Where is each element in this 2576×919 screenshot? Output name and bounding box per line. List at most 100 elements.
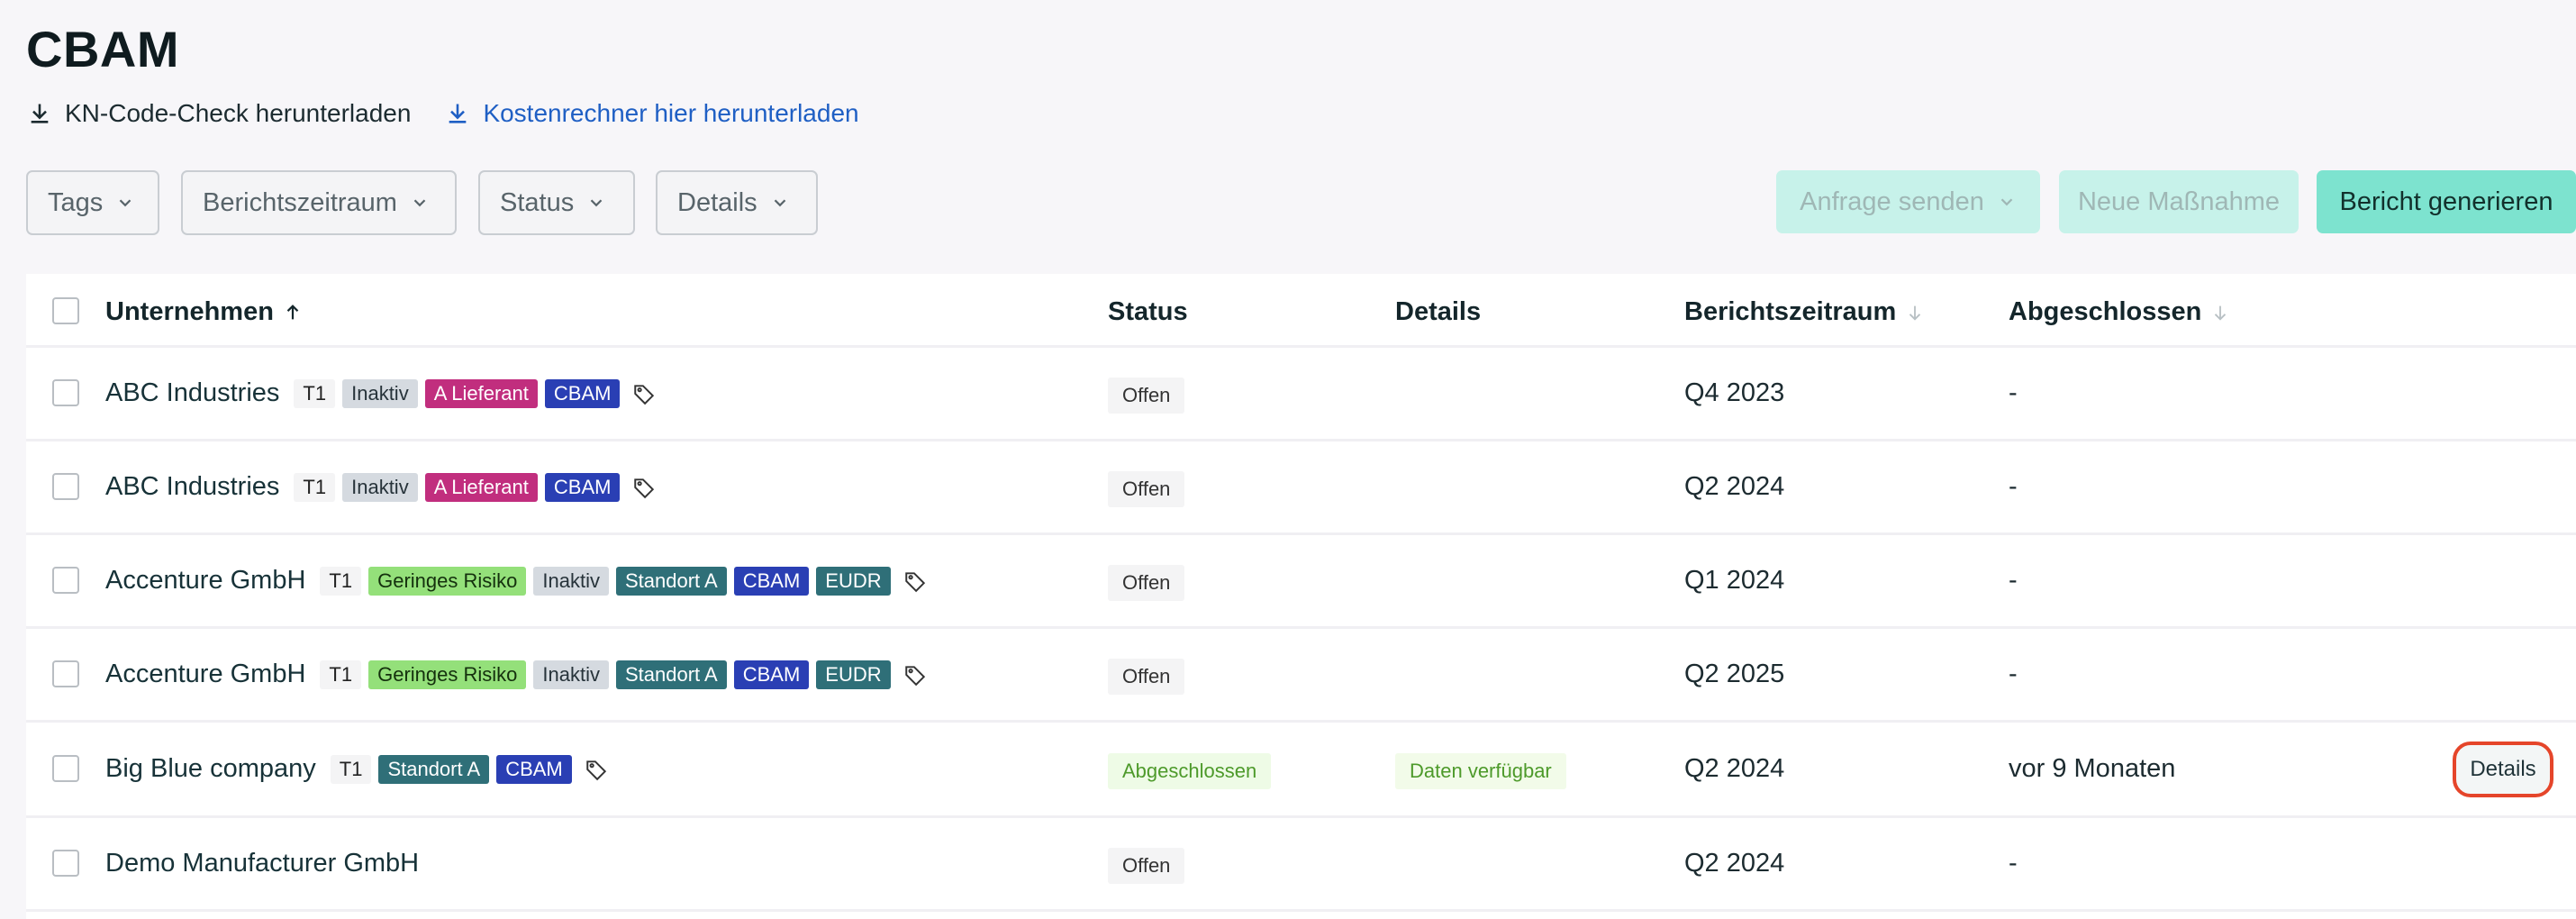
period-filter-label: Berichtszeitraum xyxy=(203,187,397,217)
kn-code-check-label: KN-Code-Check herunterladen xyxy=(65,99,412,127)
company-name[interactable]: ABC Industries xyxy=(105,472,279,502)
tag-badge: Geringes Risiko xyxy=(368,660,527,689)
arrow-down-icon xyxy=(1909,305,1921,321)
download-icon xyxy=(449,104,467,123)
generate-report-button[interactable]: Bericht generieren xyxy=(2317,170,2576,233)
send-request-label: Anfrage senden xyxy=(1800,187,1984,216)
status-filter[interactable]: Status xyxy=(478,170,635,235)
status-badge: Offen xyxy=(1108,565,1185,601)
details-badge: Daten verfügbar xyxy=(1395,753,1566,789)
chevron-down-icon xyxy=(590,199,603,207)
tag-badge: Geringes Risiko xyxy=(368,566,527,596)
new-measure-label: Neue Maßnahme xyxy=(2077,187,2281,216)
new-measure-button[interactable]: Neue Maßnahme xyxy=(2059,170,2299,233)
chevron-down-icon xyxy=(413,199,426,207)
period-filter[interactable]: Berichtszeitraum xyxy=(181,170,457,235)
table-row[interactable]: ABC Industries T1 Inaktiv A Lieferant CB… xyxy=(26,441,2576,535)
status-badge: Offen xyxy=(1108,848,1185,884)
closed-cell: vor 9 Monaten xyxy=(2009,754,2176,783)
send-request-button[interactable]: Anfrage senden xyxy=(1776,170,2040,233)
tag-badge: CBAM xyxy=(733,566,810,596)
row-checkbox[interactable] xyxy=(52,473,79,500)
company-name[interactable]: Accenture GmbH xyxy=(105,660,305,689)
table-row[interactable]: Big Blue company T1 Standort A CBAM Abge… xyxy=(26,723,2576,818)
tag-badge: Inaktiv xyxy=(342,378,418,408)
company-name[interactable]: Big Blue company xyxy=(105,754,316,784)
tag-badge: T1 xyxy=(330,754,372,784)
tags-filter-label: Tags xyxy=(48,187,104,217)
chevron-down-icon xyxy=(119,199,132,207)
tag-badge: CBAM xyxy=(496,754,572,784)
tag-badge: A Lieferant xyxy=(424,472,538,502)
row-checkbox[interactable] xyxy=(52,850,79,877)
download-icon xyxy=(31,104,49,123)
closed-cell: - xyxy=(2009,378,2018,407)
company-cell: Demo Manufacturer GmbH xyxy=(105,818,426,909)
period-cell: Q2 2024 xyxy=(1684,849,1785,878)
kn-code-check-download-link[interactable]: KN-Code-Check herunterladen xyxy=(27,99,411,128)
row-checkbox[interactable] xyxy=(52,379,79,406)
page-title: CBAM xyxy=(26,21,179,77)
period-cell: Q4 2023 xyxy=(1684,378,1785,407)
tag-icon[interactable] xyxy=(903,663,927,687)
details-filter[interactable]: Details xyxy=(656,170,818,235)
table-row[interactable]: Accenture GmbH T1 Geringes Risiko Inakti… xyxy=(26,535,2576,629)
company-name[interactable]: Accenture GmbH xyxy=(105,566,305,596)
tag-badge: EUDR xyxy=(816,660,891,689)
column-period-label: Berichtszeitraum xyxy=(1684,297,1897,326)
closed-cell: - xyxy=(2009,849,2018,878)
row-checkbox[interactable] xyxy=(52,755,79,782)
tags-filter[interactable]: Tags xyxy=(26,170,159,235)
period-cell: Q2 2024 xyxy=(1684,472,1785,501)
tag-badge: Standort A xyxy=(378,754,490,784)
tag-icon[interactable] xyxy=(585,758,608,781)
company-name[interactable]: ABC Industries xyxy=(105,378,279,408)
company-cell: Accenture GmbH T1 Geringes Risiko Inakti… xyxy=(105,629,927,720)
tag-icon[interactable] xyxy=(632,476,656,499)
status-filter-label: Status xyxy=(500,187,575,217)
tag-badge: CBAM xyxy=(733,660,810,689)
cost-calculator-download-link[interactable]: Kostenrechner hier herunterladen xyxy=(445,99,859,128)
tag-badge: Inaktiv xyxy=(533,660,609,689)
companies-table: Unternehmen Status Details Berichtszeitr… xyxy=(26,274,2576,919)
closed-cell: - xyxy=(2009,566,2018,595)
status-badge: Offen xyxy=(1108,659,1185,695)
tag-icon[interactable] xyxy=(903,569,927,593)
download-links: KN-Code-Check herunterladen Kostenrechne… xyxy=(27,99,859,128)
period-cell: Q2 2024 xyxy=(1684,754,1785,783)
column-status-label: Status xyxy=(1108,297,1188,326)
status-badge: Abgeschlossen xyxy=(1108,753,1272,789)
chevron-down-icon xyxy=(2000,198,2013,206)
tag-badge: T1 xyxy=(294,472,336,502)
column-period[interactable]: Berichtszeitraum xyxy=(1684,297,1925,327)
column-closed-label: Abgeschlossen xyxy=(2009,297,2202,326)
tag-icon[interactable] xyxy=(632,382,656,405)
chevron-down-icon xyxy=(774,199,785,207)
column-company-label: Unternehmen xyxy=(105,297,274,326)
status-badge: Offen xyxy=(1108,471,1185,507)
tag-badge: T1 xyxy=(320,660,362,689)
row-details-button[interactable]: Details xyxy=(2453,742,2553,797)
company-name[interactable]: Demo Manufacturer GmbH xyxy=(105,849,419,878)
select-all-checkbox[interactable] xyxy=(52,297,79,324)
tag-badge: CBAM xyxy=(544,378,621,408)
table-row[interactable]: ABC Industries T1 Inaktiv A Lieferant CB… xyxy=(26,348,2576,441)
table-row[interactable]: Demo Manufacturer GmbH Offen Q2 2024 - xyxy=(26,818,2576,912)
column-closed[interactable]: Abgeschlossen xyxy=(2009,297,2230,327)
table-header: Unternehmen Status Details Berichtszeitr… xyxy=(26,274,2576,348)
row-checkbox[interactable] xyxy=(52,567,79,594)
tag-badge: T1 xyxy=(294,378,336,408)
column-status[interactable]: Status xyxy=(1108,297,1188,327)
tag-badge: Standort A xyxy=(615,660,727,689)
table-row[interactable]: Accenture GmbH T1 Geringes Risiko Inakti… xyxy=(26,629,2576,723)
row-checkbox[interactable] xyxy=(52,660,79,687)
column-company[interactable]: Unternehmen xyxy=(105,297,303,327)
column-details-label: Details xyxy=(1395,297,1482,326)
tag-badge: Standort A xyxy=(615,566,727,596)
arrow-down-icon xyxy=(2215,305,2227,321)
closed-cell: - xyxy=(2009,660,2018,688)
period-cell: Q2 2025 xyxy=(1684,660,1785,688)
tag-badge: A Lieferant xyxy=(424,378,538,408)
company-cell: ABC Industries T1 Inaktiv A Lieferant CB… xyxy=(105,348,656,439)
column-details[interactable]: Details xyxy=(1395,297,1481,327)
